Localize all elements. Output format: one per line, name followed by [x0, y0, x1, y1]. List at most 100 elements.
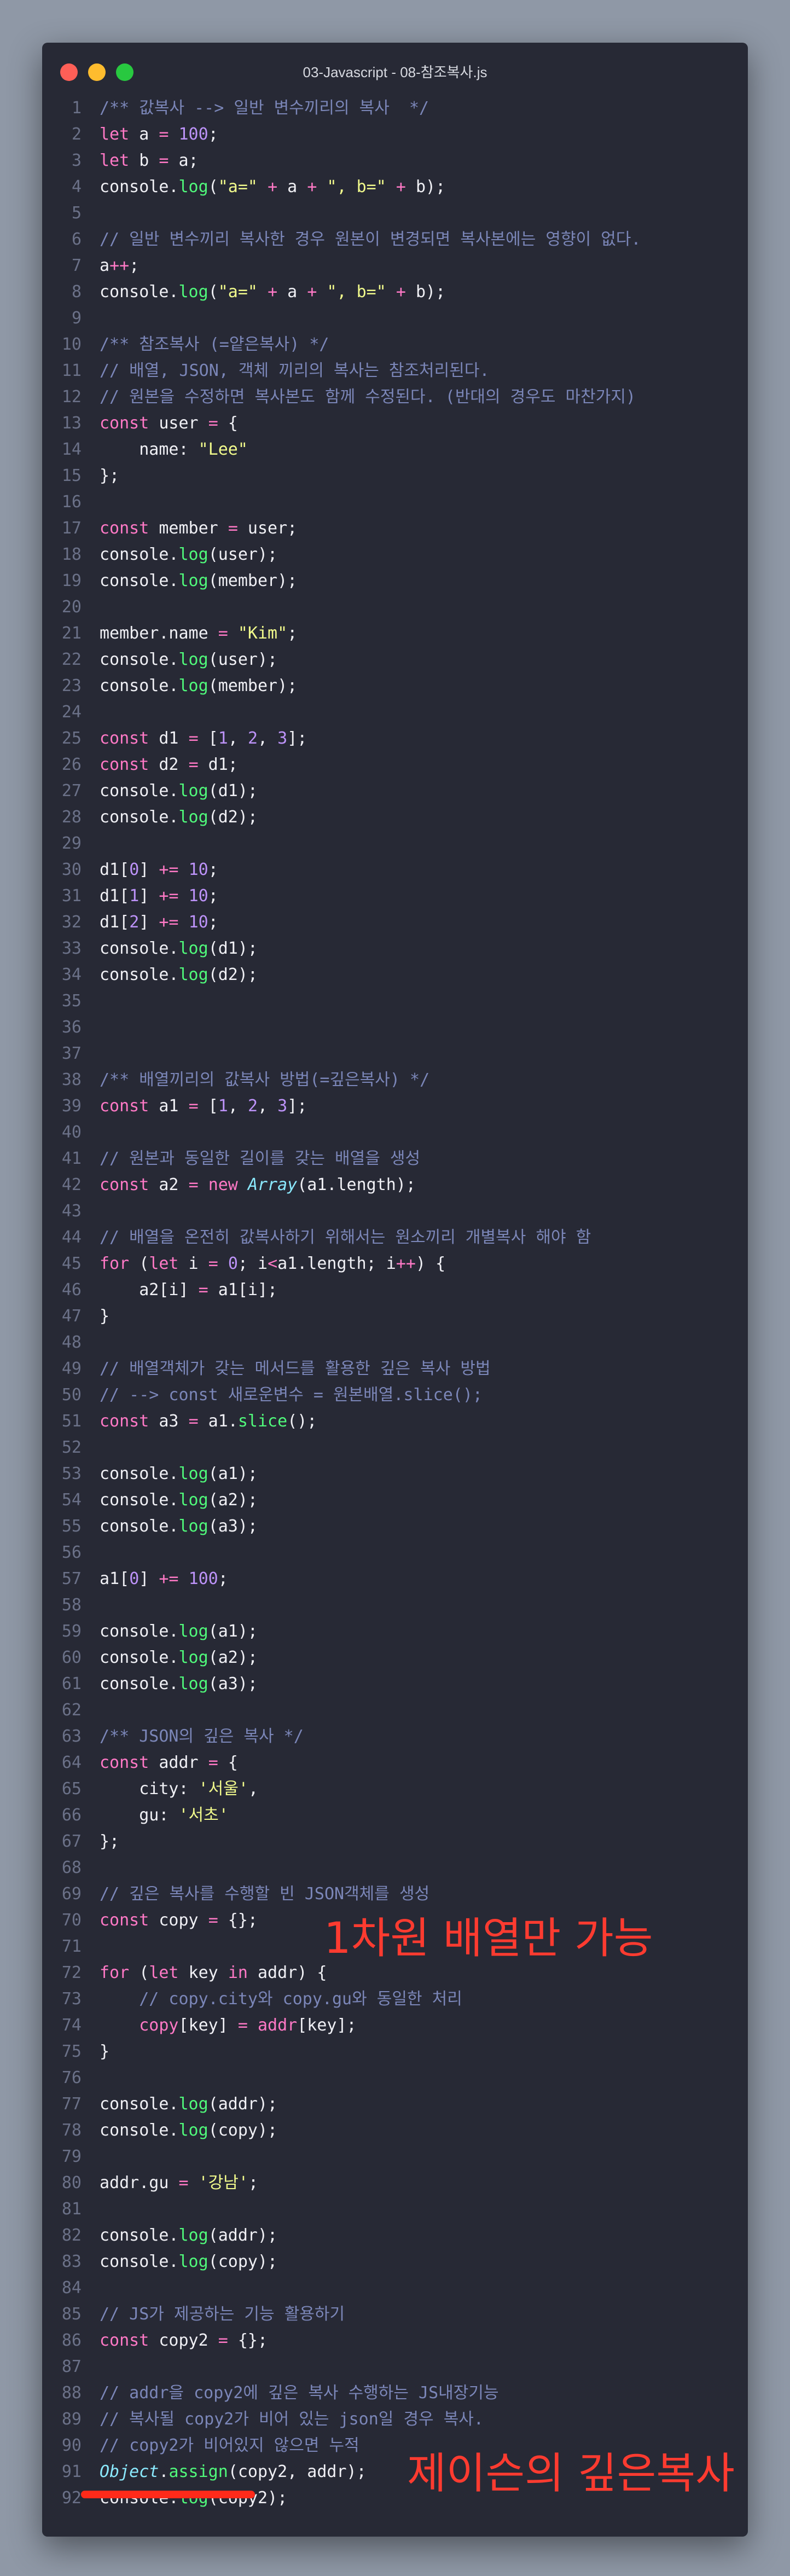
code-line[interactable]: 37: [42, 1041, 748, 1067]
code-line[interactable]: 69 // 깊은 복사를 수행할 빈 JSON객체를 생성: [42, 1881, 748, 1907]
code-line[interactable]: 51 const a3 = a1.slice();: [42, 1408, 748, 1435]
code-line[interactable]: 74 copy[key] = addr[key];: [42, 2012, 748, 2039]
code-line[interactable]: 43: [42, 1198, 748, 1225]
code-line[interactable]: 85 // JS가 제공하는 기능 활용하기: [42, 2301, 748, 2328]
code-line[interactable]: 58: [42, 1592, 748, 1618]
code-line[interactable]: 80 addr.gu = '강남';: [42, 2170, 748, 2196]
code-line[interactable]: 77 console.log(addr);: [42, 2091, 748, 2117]
code-line[interactable]: 57 a1[0] += 100;: [42, 1566, 748, 1592]
code-text: console.log(addr);: [100, 2095, 278, 2114]
code-line[interactable]: 78 console.log(copy);: [42, 2117, 748, 2144]
code-line[interactable]: 39 const a1 = [1, 2, 3];: [42, 1093, 748, 1119]
code-line[interactable]: 23 console.log(member);: [42, 673, 748, 699]
line-number: 24: [61, 703, 82, 722]
code-line[interactable]: 67};: [42, 1829, 748, 1855]
code-line[interactable]: 49 // 배열객체가 갖는 메서드를 활용한 깊은 복사 방법: [42, 1356, 748, 1382]
code-line[interactable]: 16: [42, 489, 748, 515]
code-line[interactable]: 59 console.log(a1);: [42, 1618, 748, 1645]
line-number: 60: [61, 1648, 82, 1667]
code-line[interactable]: 12 // 원본을 수정하면 복사본도 함께 수정된다. (반대의 경우도 마찬가…: [42, 384, 748, 410]
code-line[interactable]: 36: [42, 1014, 748, 1041]
code-line[interactable]: 1 /** 값복사 --> 일반 변수끼리의 복사 */: [42, 95, 748, 121]
code-line[interactable]: 29: [42, 831, 748, 857]
code-line[interactable]: 30 d1[0] += 10;: [42, 857, 748, 883]
code-line[interactable]: 20: [42, 594, 748, 620]
code-line[interactable]: 47}: [42, 1303, 748, 1330]
line-number: 27: [61, 781, 82, 800]
code-line[interactable]: 25 const d1 = [1, 2, 3];: [42, 726, 748, 752]
code-line[interactable]: 68: [42, 1855, 748, 1881]
code-line[interactable]: 5: [42, 200, 748, 227]
code-line[interactable]: 56: [42, 1540, 748, 1566]
code-line[interactable]: 17 const member = user;: [42, 515, 748, 542]
code-line[interactable]: 48: [42, 1330, 748, 1356]
code-line[interactable]: 27 console.log(d1);: [42, 778, 748, 804]
code-area[interactable]: 1 /** 값복사 --> 일반 변수끼리의 복사 */ 2 let a = 100;…: [42, 95, 748, 2511]
code-line[interactable]: 26 const d2 = d1;: [42, 752, 748, 778]
code-line[interactable]: 55 console.log(a3);: [42, 1513, 748, 1540]
code-line[interactable]: 42 const a2 = new Array(a1.length);: [42, 1172, 748, 1198]
code-line[interactable]: 41 // 원본과 동일한 길이를 갖는 배열을 생성: [42, 1146, 748, 1172]
code-line[interactable]: 46 a2[i] = a1[i];: [42, 1277, 748, 1303]
code-line[interactable]: 13 const user = {: [42, 410, 748, 437]
code-line[interactable]: 64 const addr = {: [42, 1750, 748, 1776]
code-text: const d2 = d1;: [100, 755, 238, 774]
code-line[interactable]: 24: [42, 699, 748, 726]
code-line[interactable]: 3 let b = a;: [42, 148, 748, 174]
code-line[interactable]: 66 gu: '서초': [42, 1802, 748, 1829]
code-text: console.log(d1);: [100, 939, 258, 958]
code-line[interactable]: 35: [42, 988, 748, 1014]
code-line[interactable]: 19 console.log(member);: [42, 568, 748, 594]
code-line[interactable]: 22 console.log(user);: [42, 647, 748, 673]
code-line[interactable]: 60 console.log(a2);: [42, 1645, 748, 1671]
code-text: let a = 100;: [100, 125, 218, 144]
code-line[interactable]: 79: [42, 2144, 748, 2170]
code-line[interactable]: 50 // --> const 새로운변수 = 원본배열.slice();: [42, 1382, 748, 1408]
code-line[interactable]: 14 name: "Lee": [42, 437, 748, 463]
code-line[interactable]: 28 console.log(d2);: [42, 804, 748, 831]
code-line[interactable]: 2 let a = 100;: [42, 121, 748, 148]
code-line[interactable]: 76: [42, 2065, 748, 2091]
code-line[interactable]: 40: [42, 1119, 748, 1146]
code-line[interactable]: 54 console.log(a2);: [42, 1487, 748, 1513]
code-line[interactable]: 21 member.name = "Kim";: [42, 620, 748, 647]
code-line[interactable]: 44 // 배열을 온전히 값복사하기 위해서는 원소끼리 개별복사 해야 함: [42, 1225, 748, 1251]
code-line[interactable]: 52: [42, 1435, 748, 1461]
code-line[interactable]: 53 console.log(a1);: [42, 1461, 748, 1487]
code-line[interactable]: 15};: [42, 463, 748, 489]
code-line[interactable]: 34 console.log(d2);: [42, 962, 748, 988]
code-line[interactable]: 6 // 일반 변수끼리 복사한 경우 원본이 변경되면 복사본에는 영향이 없다…: [42, 227, 748, 253]
line-number: 20: [61, 597, 82, 617]
code-line[interactable]: 61 console.log(a3);: [42, 1671, 748, 1697]
code-line[interactable]: 75}: [42, 2039, 748, 2065]
code-line[interactable]: 8 console.log("a=" + a + ", b=" + b);: [42, 279, 748, 305]
code-line[interactable]: 87: [42, 2354, 748, 2380]
code-text: d1[0] += 10;: [100, 860, 218, 879]
code-line[interactable]: 45 for (let i = 0; i<a1.length; i++) {: [42, 1251, 748, 1277]
line-number: 4: [71, 177, 82, 196]
line-number: 28: [61, 808, 82, 827]
code-line[interactable]: 33 console.log(d1);: [42, 936, 748, 962]
code-line[interactable]: 83 console.log(copy);: [42, 2249, 748, 2275]
code-line[interactable]: 38 /** 배열끼리의 값복사 방법(=깊은복사) */: [42, 1067, 748, 1093]
code-line[interactable]: 84: [42, 2275, 748, 2301]
code-line[interactable]: 10 /** 참조복사 (=얕은복사) */: [42, 332, 748, 358]
code-line[interactable]: 65 city: '서울',: [42, 1776, 748, 1802]
code-line[interactable]: 73 // copy.city와 copy.gu와 동일한 처리: [42, 1986, 748, 2012]
code-line[interactable]: 86 const copy2 = {};: [42, 2328, 748, 2354]
code-line[interactable]: 7 a++;: [42, 253, 748, 279]
code-line[interactable]: 81: [42, 2196, 748, 2223]
code-line[interactable]: 4 console.log("a=" + a + ", b=" + b);: [42, 174, 748, 200]
code-line[interactable]: 89 // 복사될 copy2가 비어 있는 json일 경우 복사.: [42, 2406, 748, 2433]
code-line[interactable]: 82 console.log(addr);: [42, 2223, 748, 2249]
code-line[interactable]: 63 /** JSON의 깊은 복사 */: [42, 1724, 748, 1750]
code-line[interactable]: 32 d1[2] += 10;: [42, 909, 748, 936]
code-text: /** JSON의 깊은 복사 */: [100, 1727, 304, 1746]
code-line[interactable]: 9: [42, 305, 748, 332]
code-line[interactable]: 11 // 배열, JSON, 객체 끼리의 복사는 참조처리된다.: [42, 358, 748, 384]
code-line[interactable]: 88 // addr을 copy2에 깊은 복사 수행하는 JS내장기능: [42, 2380, 748, 2406]
line-number: 81: [61, 2200, 82, 2219]
code-line[interactable]: 62: [42, 1697, 748, 1724]
code-line[interactable]: 31 d1[1] += 10;: [42, 883, 748, 909]
code-line[interactable]: 18 console.log(user);: [42, 542, 748, 568]
